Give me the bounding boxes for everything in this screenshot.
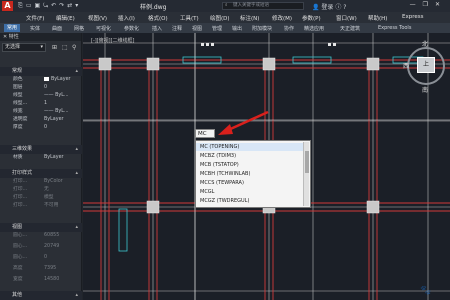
autocad-window: { "titlebar": { "app_logo": "A", "quick_… (0, 0, 450, 300)
annotation-arrow (218, 110, 269, 135)
watermark-logo: 🐾 (420, 286, 432, 296)
compass-south[interactable]: 南 (422, 85, 428, 94)
viewcube-top-face[interactable]: 上 (417, 57, 435, 73)
viewcube[interactable]: 北 西 上 南 (403, 37, 447, 97)
compass-west[interactable]: 西 (403, 61, 409, 70)
